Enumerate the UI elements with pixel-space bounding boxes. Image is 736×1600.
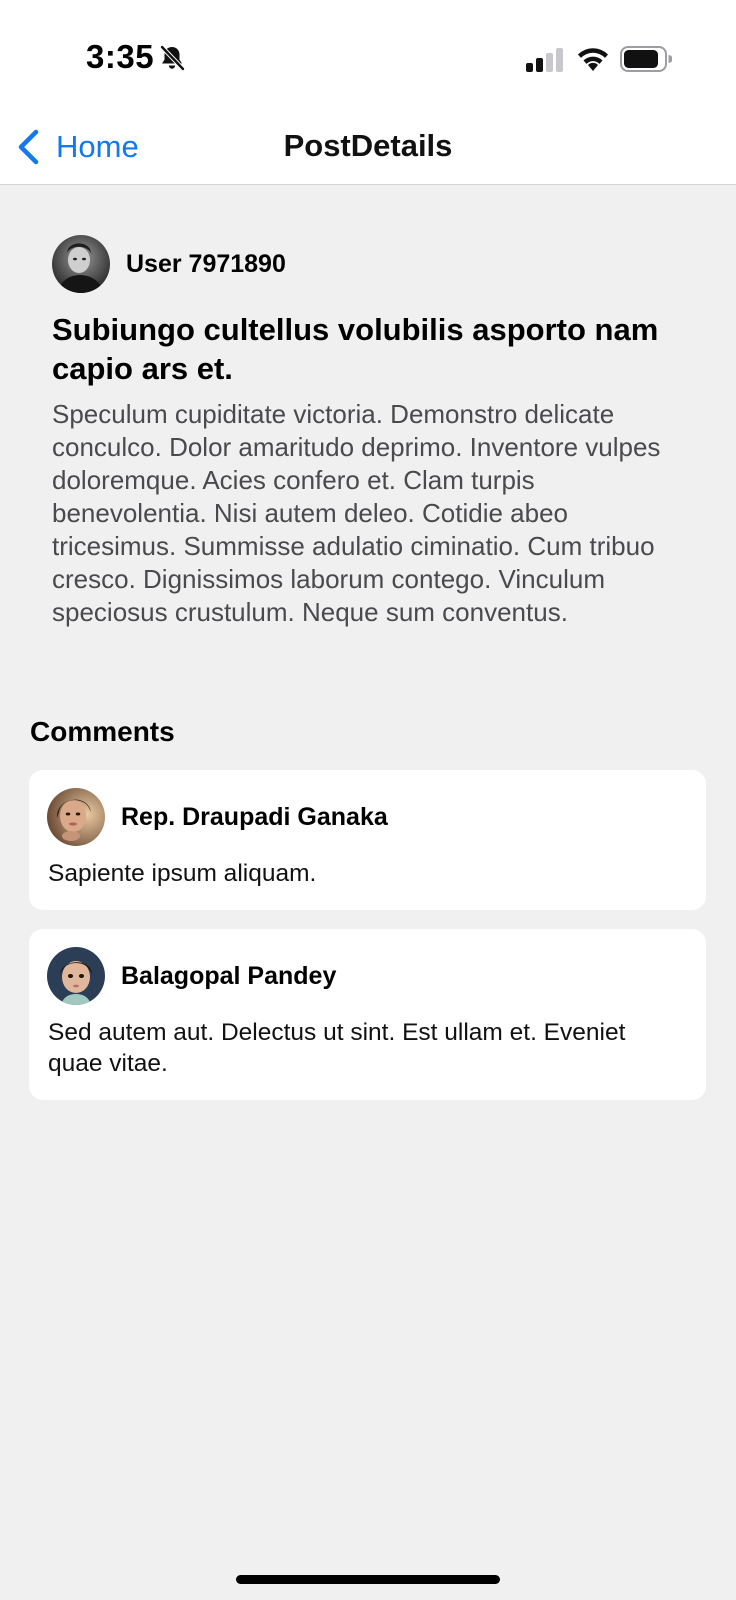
comment-author-row: Rep. Draupadi Ganaka	[47, 788, 388, 846]
post-body: Speculum cupiditate victoria. Demonstro …	[52, 399, 661, 627]
comment-card: Rep. Draupadi Ganaka Sapiente ipsum aliq…	[29, 770, 706, 910]
post-title: Subiungo cultellus volubilis asporto nam…	[52, 312, 659, 386]
comment-author-row: Balagopal Pandey	[47, 947, 336, 1005]
battery-icon	[620, 46, 672, 72]
cellular-signal-icon	[526, 48, 563, 72]
bell-slash-icon	[160, 45, 185, 71]
comment-author-name[interactable]: Balagopal Pandey	[121, 962, 336, 991]
comment-text: Sapiente ipsum aliquam.	[48, 860, 317, 887]
post-author-avatar[interactable]	[52, 235, 110, 293]
comment-author-name[interactable]: Rep. Draupadi Ganaka	[121, 803, 388, 832]
wifi-icon	[578, 48, 608, 71]
post-author-row: User 7971890	[52, 234, 692, 294]
comment-text: Sed autem aut. Delectus ut sint. Est ull…	[48, 1019, 626, 1077]
comments-heading: Comments	[30, 716, 175, 747]
navigation-bar: Home PostDetails	[0, 110, 736, 185]
comment-author-avatar[interactable]	[47, 788, 105, 846]
comment-card: Balagopal Pandey Sed autem aut. Delectus…	[29, 929, 706, 1100]
comment-author-avatar[interactable]	[47, 947, 105, 1005]
post: User 7971890 Subiungo cultellus volubili…	[52, 234, 692, 629]
post-author-name[interactable]: User 7971890	[126, 250, 286, 279]
status-time: 3:35	[86, 38, 155, 75]
page-title: PostDetails	[283, 128, 453, 163]
home-indicator[interactable]	[236, 1575, 500, 1584]
status-bar: 3:35	[0, 0, 736, 110]
